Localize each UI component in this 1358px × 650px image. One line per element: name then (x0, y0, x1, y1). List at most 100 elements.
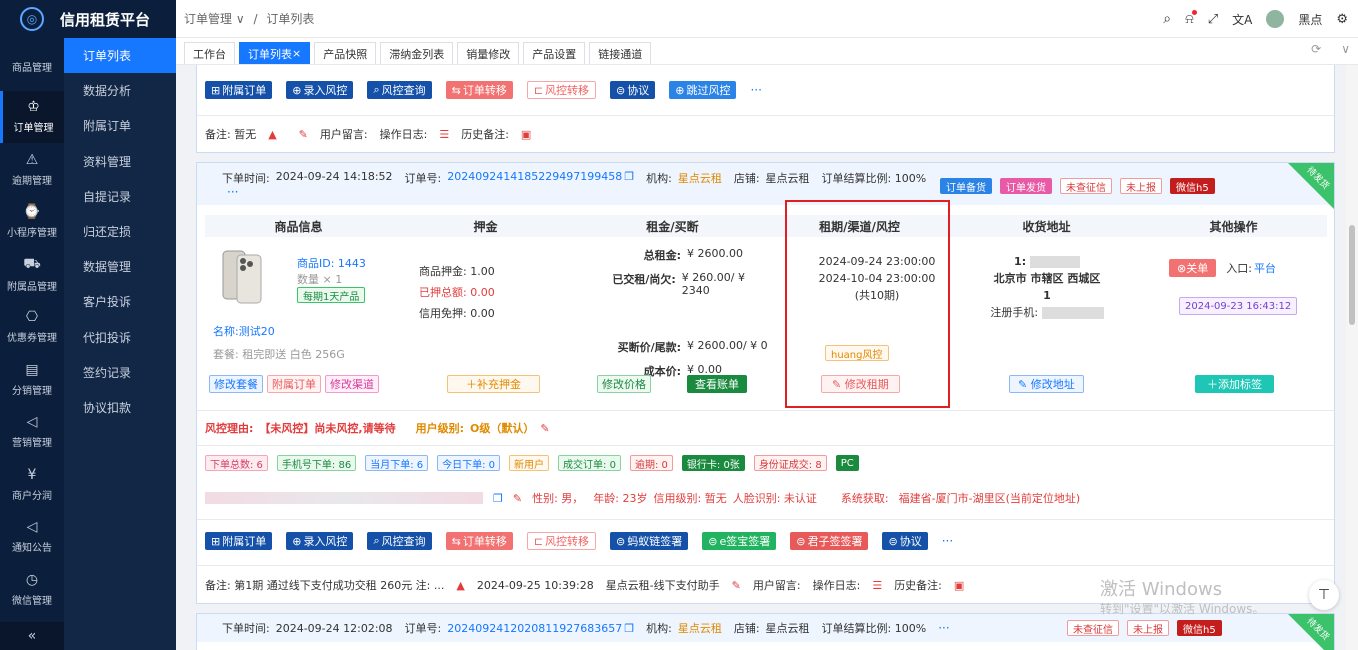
caret-up-icon[interactable]: ▲ (456, 579, 464, 592)
action-button[interactable]: ⊞ 附属订单 (205, 81, 273, 99)
edit-icon[interactable]: ✎ (513, 492, 522, 505)
address-line3: 1 (1043, 289, 1051, 302)
action-button[interactable]: ⊏ 风控转移 (526, 532, 597, 550)
tab[interactable]: 订单列表 × (239, 42, 311, 64)
edit-icon[interactable]: ✎ (540, 422, 549, 435)
submenu-item[interactable]: 资料管理 (64, 144, 176, 179)
other-ops: ⊗ 关单 入口: 平台 (1169, 259, 1276, 277)
search-icon[interactable]: ⌕ (1163, 11, 1171, 27)
sidebar-item[interactable]: 商品管理 (0, 38, 64, 91)
more-dots[interactable]: ··· (938, 621, 949, 635)
sidebar-item[interactable]: ◁ 营销管理 (0, 406, 64, 459)
action-label: 协议 (899, 535, 922, 548)
caret-up-icon[interactable]: ▲ (268, 128, 276, 141)
submenu-item[interactable]: 签约记录 (64, 355, 176, 390)
scrollbar[interactable] (1346, 65, 1358, 650)
action-button[interactable]: ⊕ 跳过风控 (669, 81, 737, 99)
action-button[interactable]: ⌕ 风控查询 (367, 81, 432, 99)
bell-icon[interactable]: ⍾ (1185, 9, 1197, 27)
submenu-item[interactable]: 协议扣款 (64, 390, 176, 425)
action-button[interactable]: ⊜ 协议 (610, 81, 656, 99)
tab[interactable]: 滞纳金列表 (380, 42, 454, 64)
action-button[interactable]: ⊜ e签宝签署 (702, 532, 777, 550)
more-dots[interactable]: ··· (227, 185, 238, 199)
tab[interactable]: 销量修改 (457, 42, 520, 64)
action-label: 风控查询 (381, 84, 426, 97)
copy-icon[interactable]: ❐ (493, 492, 503, 505)
calendar-icon[interactable]: ▣ (521, 128, 531, 141)
sidebar-item[interactable]: ⌚ 小程序管理 (0, 196, 64, 249)
chart-icon: ▤ (25, 361, 39, 378)
submenu-item[interactable]: 附属订单 (64, 108, 176, 143)
user-name[interactable]: 黑点 (1298, 11, 1322, 28)
edit-icon[interactable]: ✎ (732, 579, 741, 592)
submenu-item[interactable]: 代扣投诉 (64, 320, 176, 355)
calendar-icon[interactable]: ▣ (954, 579, 964, 592)
action-button[interactable]: ⇆ 订单转移 (445, 81, 513, 99)
tab[interactable]: 链接通道 (589, 42, 652, 64)
copy-icon[interactable]: ❐ (624, 170, 634, 183)
settings-icon[interactable]: ⚙ (1336, 12, 1348, 27)
submenu-item[interactable]: 客户投诉 (64, 284, 176, 319)
action-button[interactable]: ⊜ 蚂蚁链签署 (610, 532, 689, 550)
sidebar-item[interactable]: ◁ 通知公告 (0, 511, 64, 564)
avatar[interactable] (1266, 10, 1285, 28)
tab[interactable]: 产品设置 (523, 42, 586, 64)
list-icon[interactable]: ☰ (439, 128, 449, 141)
action-button[interactable]: ⊜ 君子签签署 (790, 532, 869, 550)
modify-address-button[interactable]: ✎ 修改地址 (1009, 375, 1084, 393)
stat-badge: 下单总数: 6 (205, 455, 268, 471)
sidebar-item[interactable]: ◷ 微信管理 (0, 563, 64, 616)
sidebar-item[interactable]: ⛟ 附属品管理 (0, 248, 64, 301)
back-to-top-icon[interactable]: ⊤ (1309, 580, 1339, 610)
modify-price-button[interactable]: 修改价格 (597, 375, 651, 393)
user-level-label: 用户级别: (415, 422, 464, 435)
attach-order-button[interactable]: 附属订单 (267, 375, 321, 393)
view-bill-button[interactable]: 查看账单 (687, 375, 747, 393)
close-icon[interactable]: × (292, 47, 301, 60)
submenu-item[interactable]: 归还定损 (64, 214, 176, 249)
order2-no[interactable]: 20240924120208119276836​57 (447, 622, 622, 635)
action-button[interactable]: ⊕ 录入风控 (286, 532, 354, 550)
action-button[interactable]: ⇆ 订单转移 (445, 532, 513, 550)
tab[interactable]: 产品快照 (314, 42, 377, 64)
action-button[interactable]: ⊜ 协议 (882, 532, 928, 550)
action-label: 订单转移 (462, 535, 507, 548)
sidebar-item[interactable]: ⚠ 逾期管理 (0, 143, 64, 196)
list-icon[interactable]: ☰ (872, 579, 882, 592)
chevron-down-icon[interactable]: ∨ (1341, 42, 1350, 56)
action-button[interactable]: ⊏ 风控转移 (526, 81, 597, 99)
copy-icon[interactable]: ❐ (624, 622, 634, 635)
submenu-item[interactable]: 订单列表 (64, 38, 176, 74)
action-button[interactable]: ⊞ 附属订单 (205, 532, 273, 550)
add-deposit-button[interactable]: ＋ 补充押金 (447, 375, 540, 393)
more-dots[interactable]: ··· (750, 83, 761, 97)
tab[interactable]: 工作台 (184, 42, 235, 64)
action-button[interactable]: ⊕ 录入风控 (286, 81, 354, 99)
refresh-icon[interactable]: ⟳ (1311, 42, 1321, 56)
submenu-item[interactable]: 自提记录 (64, 179, 176, 214)
modify-package-button[interactable]: 修改套餐 (209, 375, 263, 393)
sidebar-item[interactable]: ♔ 订单管理 (0, 90, 64, 143)
scrollbar-thumb[interactable] (1349, 225, 1355, 325)
add-tag-button[interactable]: ＋ 添加标签 (1195, 375, 1274, 393)
modify-channel-button[interactable]: 修改渠道 (325, 375, 379, 393)
more-dots[interactable]: ··· (942, 534, 953, 548)
action-button[interactable]: ⌕ 风控查询 (367, 532, 432, 550)
sidebar-item[interactable]: ▤ 分销管理 (0, 353, 64, 406)
modify-address-label: 修改地址 (1030, 378, 1075, 391)
fullscreen-icon[interactable]: ⤢ (1208, 12, 1218, 27)
collapse-icon[interactable]: « (0, 622, 64, 650)
submenu-item[interactable]: 数据管理 (64, 249, 176, 284)
sidebar-item[interactable]: ¥ 商户分润 (0, 458, 64, 511)
submenu-item[interactable]: 数据分析 (64, 73, 176, 108)
breadcrumb-parent[interactable]: 订单管理 ∨ (184, 12, 245, 26)
order-no[interactable]: 20240924141852294971994​58 (447, 170, 622, 183)
close-order-button[interactable]: ⊗ 关单 (1169, 259, 1217, 277)
sidebar-item[interactable]: ⎔ 优惠券管理 (0, 301, 64, 354)
translate-icon[interactable]: 文A (1232, 11, 1252, 28)
search-icon: ⌕ (373, 83, 380, 96)
tab-label: 产品设置 (532, 47, 577, 61)
edit-icon[interactable]: ✎ (299, 128, 308, 141)
transfer-icon: ⇆ (451, 534, 461, 548)
